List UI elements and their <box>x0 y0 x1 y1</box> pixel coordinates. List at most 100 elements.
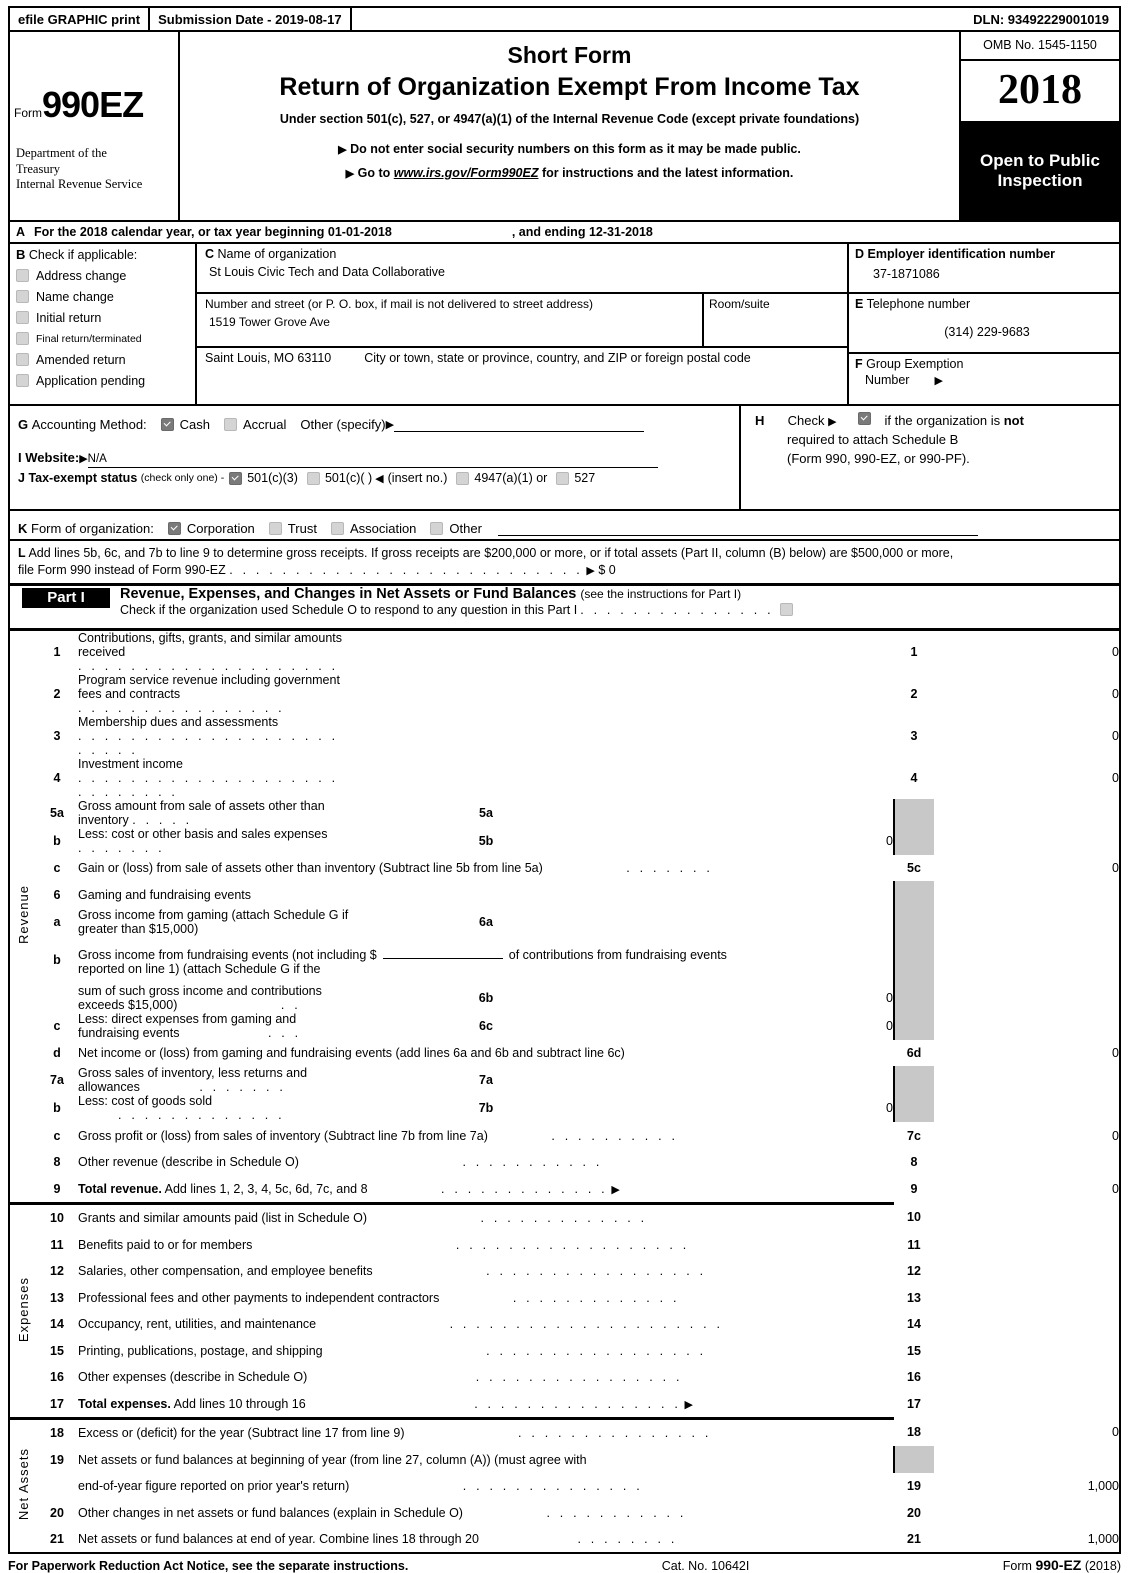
row-rval[interactable]: 0 <box>934 1040 1120 1067</box>
address-change-checkbox[interactable] <box>16 269 29 282</box>
trust-label: Trust <box>287 520 317 536</box>
efile-header-bar: efile GRAPHIC print Submission Date - 20… <box>8 6 1121 32</box>
row-rval[interactable]: 0 <box>934 715 1120 757</box>
table-row: 17 Total expenses. Add lines 10 through … <box>9 1390 1120 1418</box>
other-specify-input[interactable] <box>394 417 645 432</box>
row-rval[interactable]: 0 <box>934 629 1120 673</box>
row-num: 13 <box>50 1290 64 1305</box>
row-rval[interactable] <box>934 1364 1120 1391</box>
name-change-checkbox[interactable] <box>16 290 29 303</box>
row-num: 18 <box>36 1416 78 1447</box>
street-value[interactable]: 1519 Tower Grove Ave <box>205 315 702 329</box>
website-value[interactable]: N/A <box>87 453 658 468</box>
row-midnum: 7a <box>479 1073 493 1088</box>
ein-value[interactable]: 37-1871086 <box>855 267 1119 281</box>
association-checkbox[interactable] <box>330 521 344 535</box>
organization-name-value[interactable]: St Louis Civic Tech and Data Collaborati… <box>205 265 847 279</box>
initial-return-checkbox[interactable] <box>16 311 29 324</box>
insert-no-arrow-icon: ◀ <box>375 472 384 485</box>
row-midval[interactable] <box>622 1066 894 1094</box>
row-rval[interactable]: 0 <box>934 1122 1120 1149</box>
row-midval[interactable]: 0 <box>622 984 894 1012</box>
status-501c3-checkbox[interactable] <box>229 471 243 485</box>
schedule-o-checkbox[interactable] <box>779 603 793 617</box>
row-rval[interactable] <box>934 1337 1120 1364</box>
line-l-row-1: L Add lines 5b, 6c, and 7b to line 9 to … <box>18 545 1111 562</box>
row-rnum: 14 <box>907 1317 921 1331</box>
row-rval[interactable]: 0 <box>934 757 1120 799</box>
row-num: 3 <box>53 728 61 743</box>
section-label-revenue: Revenue <box>15 885 31 945</box>
row-rval <box>934 984 1120 1012</box>
irs-url-link[interactable]: www.irs.gov/Form990EZ <box>394 166 539 180</box>
checkbox-row-initial-return[interactable]: Initial return <box>16 307 195 328</box>
schedule-b-not-required-checkbox[interactable] <box>857 412 871 425</box>
row-rval[interactable] <box>934 1203 1120 1231</box>
row-rval[interactable] <box>934 1390 1120 1418</box>
row-desc: Less: cost or other basis and sales expe… <box>78 826 328 855</box>
row-rnum: 17 <box>907 1397 921 1412</box>
omb-number: OMB No. 1545-1150 <box>961 32 1119 61</box>
table-row: 6 Gaming and fundraising events <box>9 881 1120 908</box>
other-specify-arrow-icon: ▶ <box>385 418 395 431</box>
amended-return-checkbox[interactable] <box>16 353 29 366</box>
row-midval[interactable]: 0 <box>622 1094 894 1122</box>
other-org-checkbox[interactable] <box>430 521 444 535</box>
corporation-checkbox[interactable] <box>167 521 181 535</box>
row-desc: Gross income from gaming (attach Schedul… <box>78 907 349 936</box>
trust-checkbox[interactable] <box>268 521 282 535</box>
table-row: 20 Other changes in net assets or fund b… <box>9 1499 1120 1526</box>
row-desc: Other revenue (describe in Schedule O) .… <box>78 1155 603 1169</box>
box-c-city-segment: Saint Louis, MO 63110 City or town, stat… <box>197 348 847 404</box>
status-4947a1-label: 4947(a)(1) or <box>474 471 548 485</box>
row-midval[interactable]: 0 <box>622 827 894 855</box>
association-label: Association <box>349 520 417 536</box>
checkbox-row-final-return[interactable]: Final return/terminated <box>16 328 195 349</box>
line-a-begin-date[interactable]: 01-01-2018 <box>328 225 392 239</box>
row-rnum: 3 <box>910 728 918 743</box>
application-pending-checkbox[interactable] <box>16 374 29 387</box>
checkbox-row-application-pending[interactable]: Application pending <box>16 370 195 391</box>
checkbox-row-address-change[interactable]: Address change <box>16 265 195 286</box>
row-rval[interactable] <box>934 1149 1120 1176</box>
row-rval[interactable] <box>934 1231 1120 1258</box>
row-rval[interactable]: 1,000 <box>934 1473 1120 1500</box>
other-org-input[interactable] <box>497 521 978 536</box>
row-num: 8 <box>53 1155 61 1169</box>
fundraising-contrib-input[interactable] <box>382 944 503 959</box>
status-4947a1-checkbox[interactable] <box>456 471 470 485</box>
row-rval[interactable]: 0 <box>934 1175 1120 1203</box>
row-rval[interactable] <box>934 1284 1120 1311</box>
row-rval[interactable]: 0 <box>934 1418 1120 1446</box>
row-rval[interactable] <box>934 1258 1120 1285</box>
left-fields: G Accounting Method: Cash Accrual Other … <box>10 406 739 509</box>
box-h-line-3: (Form 990, 990-EZ, or 990-PF). <box>787 450 970 466</box>
open-to-public-badge: Open to Public Inspection <box>961 121 1119 220</box>
telephone-value[interactable]: (314) 229-9683 <box>855 325 1119 339</box>
city-value[interactable]: Saint Louis, MO 63110 <box>205 351 331 365</box>
final-return-checkbox[interactable] <box>16 332 29 345</box>
line-a-end-date[interactable]: 12-31-2018 <box>589 225 653 239</box>
row-rval[interactable] <box>934 1311 1120 1338</box>
row-rval[interactable]: 0 <box>934 855 1120 882</box>
row-desc: Professional fees and other payments to … <box>78 1290 680 1305</box>
row-rval[interactable]: 1,000 <box>934 1526 1120 1554</box>
row-rval[interactable] <box>934 1499 1120 1526</box>
box-f-letter: F <box>855 357 863 371</box>
department-line-1: Department of the <box>16 146 107 161</box>
cash-checkbox[interactable] <box>160 417 174 431</box>
status-501c-checkbox[interactable] <box>306 471 320 485</box>
row-midval[interactable] <box>622 908 894 936</box>
row-rval <box>934 1094 1120 1122</box>
row-rnum: 8 <box>910 1155 918 1169</box>
accrual-checkbox[interactable] <box>224 417 238 431</box>
title-subtitle: Under section 501(c), 527, or 4947(a)(1)… <box>279 112 860 126</box>
checkbox-row-name-change[interactable]: Name change <box>16 286 195 307</box>
line-a-tax-year: A For the 2018 calendar year, or tax yea… <box>8 222 1121 244</box>
checkbox-row-amended-return[interactable]: Amended return <box>16 349 195 370</box>
table-row: 3 Membership dues and assessments . . . … <box>9 715 1120 757</box>
row-midval[interactable] <box>622 799 894 827</box>
row-midval[interactable]: 0 <box>622 1012 894 1040</box>
status-527-checkbox[interactable] <box>556 471 570 485</box>
row-rval[interactable]: 0 <box>934 673 1120 715</box>
